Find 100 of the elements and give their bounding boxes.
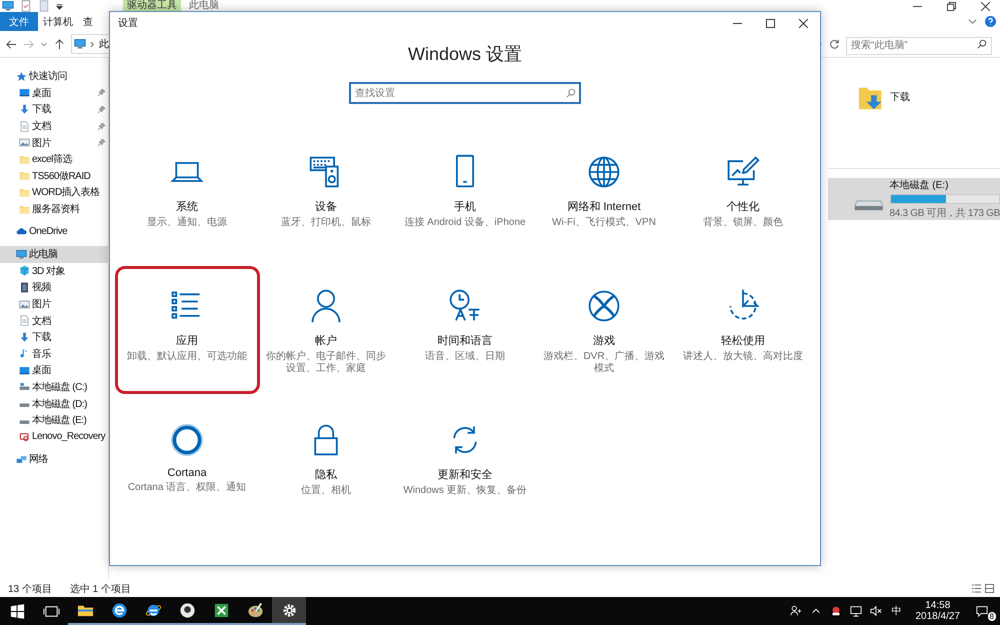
tree-item[interactable]: 此电脑: [0, 246, 108, 263]
category-title: Cortana: [167, 467, 207, 479]
refresh-icon[interactable]: [829, 38, 840, 50]
people-icon[interactable]: [790, 605, 802, 617]
drive-space: 84.3 GB 可用，共 173 GB: [890, 206, 1000, 220]
close-icon[interactable]: [981, 2, 990, 10]
search-field[interactable]: 查找设置: [349, 82, 581, 104]
tree-item[interactable]: 桌面: [0, 362, 108, 379]
category-title: 轻松使用: [721, 334, 765, 348]
clock[interactable]: 14:58 2018/4/27: [910, 600, 966, 622]
tray-app-icon[interactable]: [830, 605, 842, 617]
document-icon: [19, 120, 30, 132]
folder-icon: [19, 154, 30, 165]
close-icon[interactable]: [799, 18, 808, 28]
document-icon: [19, 315, 30, 326]
category-title: 网络和 Internet: [567, 200, 641, 214]
volume-muted-icon[interactable]: [870, 605, 882, 617]
tree-item[interactable]: 文档: [0, 312, 108, 329]
help-icon[interactable]: [985, 16, 996, 27]
tree-item[interactable]: Lenovo_Recovery: [0, 428, 108, 446]
folder-item[interactable]: 下载: [828, 84, 1000, 114]
tree-item[interactable]: 视频: [0, 279, 108, 296]
ribbon-context-tab[interactable]: 驱动器工具: [123, 0, 181, 12]
network-icon[interactable]: [850, 605, 862, 617]
picture-icon: [19, 298, 30, 310]
item-count: 13 个项目: [8, 582, 52, 596]
chevron-down-icon[interactable]: [968, 17, 977, 26]
tree-item[interactable]: 文档: [0, 118, 108, 134]
picture-icon: [19, 137, 30, 148]
palette-icon: [246, 602, 264, 618]
category-title: 个性化: [726, 200, 760, 214]
drive-name: 本地磁盘 (E:): [890, 178, 950, 192]
tree-item[interactable]: 本地磁盘 (E:): [0, 412, 108, 428]
search-icon: [566, 88, 576, 98]
settings-category[interactable]: 应用 卸载、默认应用、可选功能: [114, 266, 260, 394]
tiles-view-icon[interactable]: [985, 584, 994, 593]
chevron-right-icon: [90, 40, 95, 48]
input-method-indicator[interactable]: 中: [892, 604, 902, 618]
search-icon: [977, 39, 987, 49]
computer-icon: [16, 248, 27, 260]
dropdown-icon[interactable]: [56, 2, 63, 10]
tree-item[interactable]: 音乐: [0, 346, 108, 362]
tree-item[interactable]: 3D 对象: [0, 262, 108, 280]
tree-item[interactable]: OneDrive: [0, 223, 108, 240]
tree-item[interactable]: 桌面: [0, 84, 108, 102]
tree-item[interactable]: 本地磁盘 (D:): [0, 395, 108, 412]
computer-icon: [74, 38, 86, 50]
pin-icon[interactable]: [98, 122, 105, 130]
tree-item[interactable]: 图片: [0, 296, 108, 312]
category-title: 设备: [315, 200, 337, 214]
drive-icon: [19, 431, 30, 442]
start-icon: [8, 602, 26, 620]
desktop-icon: [19, 87, 30, 98]
settings-icon: [280, 602, 298, 618]
tree-item[interactable]: 快速访问: [0, 68, 108, 85]
taskbar-button[interactable]: [272, 597, 306, 625]
category-description: 蓝牙、打印机、鼠标: [280, 217, 372, 229]
drive-item[interactable]: 本地磁盘 (E:) 84.3 GB 可用，共 173 GB: [828, 178, 1000, 220]
notification-button[interactable]: 8: [966, 597, 998, 625]
browser-icon: [110, 602, 128, 618]
ribbon-tab[interactable]: 文件: [0, 12, 38, 31]
tree-item[interactable]: WORD插入表格: [0, 184, 108, 201]
computer-icon[interactable]: [2, 0, 14, 12]
category-title: 游戏: [593, 334, 615, 348]
category-title: 系统: [176, 200, 198, 214]
circle-app-icon: [178, 602, 196, 618]
selection-count: 选中 1 个项目: [70, 582, 132, 596]
category-title: 手机: [454, 200, 476, 214]
tree-item[interactable]: 下载: [0, 328, 108, 346]
ring-icon: [169, 422, 205, 458]
circle-cross-icon: [586, 288, 622, 324]
tree-item[interactable]: 本地磁盘 (C:): [0, 378, 108, 396]
address-segment[interactable]: 此: [99, 37, 109, 51]
pin-icon[interactable]: [98, 89, 105, 96]
ribbon-tab[interactable]: 计算机: [38, 12, 78, 31]
category-description: 语音、区域、日期: [424, 351, 506, 363]
properties-icon[interactable]: [20, 0, 32, 12]
down-arrow-icon: [19, 332, 30, 343]
tree-item[interactable]: 下载: [0, 101, 108, 118]
category-description: Cortana 语言、权限、通知: [126, 482, 248, 494]
category-description: 你的帐户、电子邮件、同步设置、工作、家庭: [265, 351, 387, 375]
restore-icon[interactable]: [947, 2, 956, 10]
tree-item[interactable]: excel筛选: [0, 150, 108, 168]
tree-item[interactable]: 图片: [0, 134, 108, 151]
maximize-icon[interactable]: [766, 18, 775, 28]
details-view-icon[interactable]: [972, 584, 981, 593]
tree-item[interactable]: 网络: [0, 451, 108, 468]
pin-icon[interactable]: [98, 106, 105, 113]
tree-item[interactable]: TS560做RAID: [0, 168, 108, 184]
folder-icon: [19, 170, 30, 182]
tree-item[interactable]: 服务器资料: [0, 200, 108, 218]
star-icon: [16, 70, 27, 82]
back-arrow-icon[interactable]: [6, 38, 17, 50]
up-arrow-icon[interactable]: [54, 38, 65, 50]
ribbon-tab[interactable]: 查: [78, 12, 98, 31]
chevron-down-icon[interactable]: [40, 40, 48, 48]
folder-icon: [19, 204, 30, 215]
notification-badge: 8: [988, 612, 996, 621]
pin-icon[interactable]: [98, 139, 105, 146]
page-heading: Windows 设置: [408, 43, 522, 66]
